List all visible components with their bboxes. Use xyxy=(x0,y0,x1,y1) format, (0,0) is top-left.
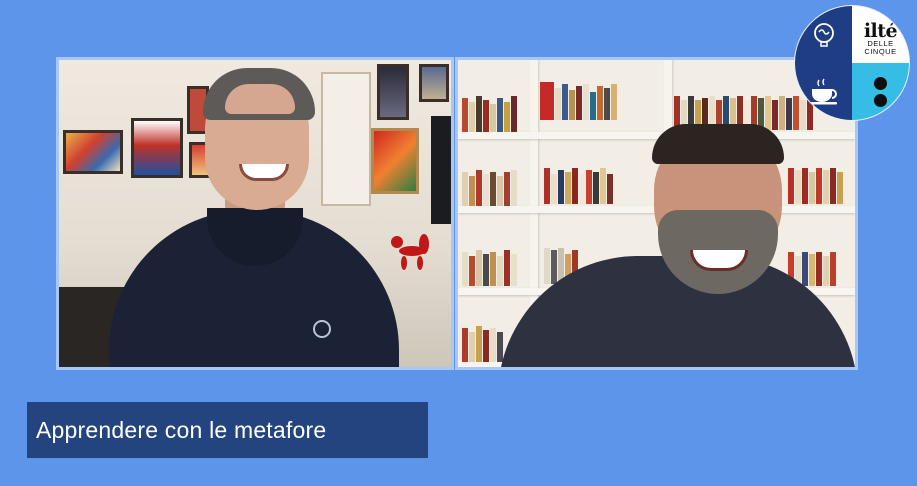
book-row xyxy=(544,164,613,204)
participant-hair xyxy=(652,124,784,164)
book-row xyxy=(462,246,517,286)
book-row xyxy=(462,92,517,132)
caption-text: Apprendere con le metafore xyxy=(36,416,327,443)
book-row xyxy=(540,80,617,120)
book-row xyxy=(462,166,517,206)
book-row xyxy=(462,322,503,362)
shirt-logo-icon xyxy=(313,320,331,338)
logo-quadrant-brain xyxy=(795,6,852,63)
logo-quadrant-dots xyxy=(852,63,909,120)
wall-painting xyxy=(371,128,419,194)
lightbulb-brain-icon xyxy=(813,22,834,47)
balloon-dog-sculpture xyxy=(389,232,437,272)
shelf-board xyxy=(458,132,855,139)
wall-painting xyxy=(377,64,409,120)
teacup-icon xyxy=(808,78,837,104)
television xyxy=(431,116,451,224)
wall-canvas xyxy=(321,72,371,206)
show-logo: ilté DELLE CINQUE xyxy=(795,6,909,120)
logo-quadrant-cup xyxy=(795,63,852,120)
wall-painting xyxy=(419,64,449,102)
video-call-stage: ilté DELLE CINQUE Apprendere con le meta… xyxy=(0,0,917,486)
logo-title: ilté xyxy=(863,19,898,42)
colon-dots-icon xyxy=(874,76,887,107)
wall-painting xyxy=(131,118,183,178)
logo-quadrant-title: ilté DELLE CINQUE xyxy=(852,6,909,63)
participant-forehead xyxy=(225,84,295,114)
logo-subtitle-2: CINQUE xyxy=(864,46,897,56)
lower-third-caption: Apprendere con le metafore xyxy=(27,402,428,458)
book-row xyxy=(788,164,843,204)
video-tile-left[interactable] xyxy=(56,57,454,370)
wall-painting xyxy=(63,130,123,174)
